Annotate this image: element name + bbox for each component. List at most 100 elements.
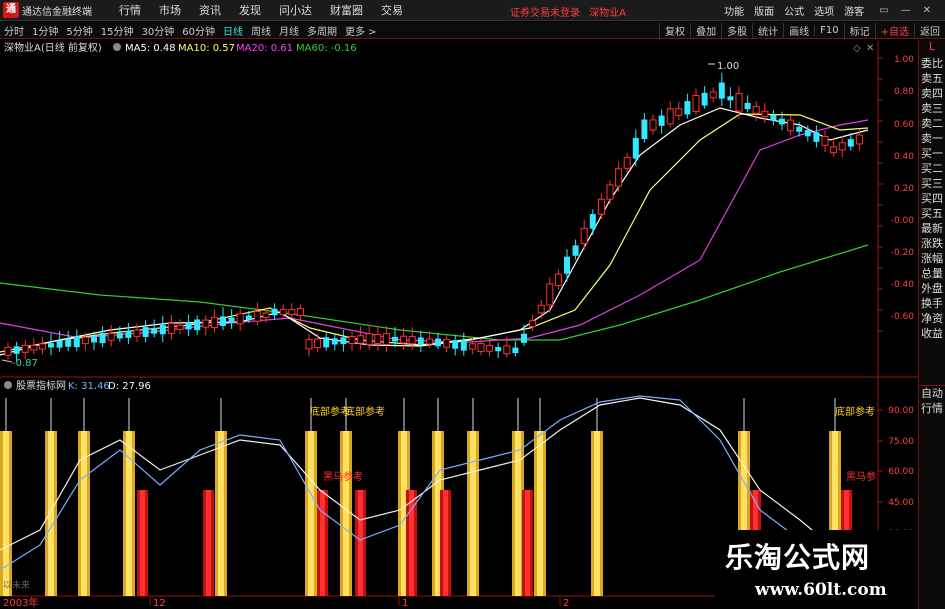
candle-body-up xyxy=(675,108,683,117)
period-intraday[interactable]: 分时 xyxy=(0,23,28,38)
chart-area[interactable]: 深物业A(日线 前复权) MA5: 0.48 MA10: 0.57 MA20: … xyxy=(0,40,918,609)
period-15min[interactable]: 15分钟 xyxy=(97,23,138,38)
side-item-ask1[interactable]: 卖一 xyxy=(919,131,945,146)
side-panel-toggle[interactable]: L xyxy=(919,40,945,56)
period-daily[interactable]: 日线 xyxy=(219,23,247,38)
side-item-ask4[interactable]: 卖四 xyxy=(919,86,945,101)
btn-mark[interactable]: 标记 xyxy=(843,22,875,38)
ma10-line xyxy=(0,113,869,353)
btn-overlay[interactable]: 叠加 xyxy=(690,22,721,38)
menu-discover[interactable]: 发现 xyxy=(230,2,270,18)
side-panel-items: 委比 卖五 卖四 卖三 卖二 卖一 买一 买二 买三 买四 买五 最新 涨跌 涨… xyxy=(919,56,945,341)
candle-body-up xyxy=(615,168,623,187)
menu-formula[interactable]: 公式 xyxy=(779,3,809,18)
menu-trade[interactable]: 交易 xyxy=(372,2,412,18)
side-item-latest[interactable]: 最新 xyxy=(919,221,945,236)
candle-body-down xyxy=(417,337,424,345)
side-item-earnings[interactable]: 收益 xyxy=(919,326,945,341)
side-item-ask5[interactable]: 卖五 xyxy=(919,71,945,86)
main-y-tick-label: 1.00 xyxy=(894,55,914,65)
candle-body-down xyxy=(185,322,192,330)
annotation-bottom-1: 底部参考 xyxy=(310,405,350,418)
menu-ask[interactable]: 问小达 xyxy=(270,2,321,18)
side-item-change[interactable]: 涨跌 xyxy=(919,236,945,251)
candle-body-up xyxy=(761,110,769,117)
side-item-bid3[interactable]: 买三 xyxy=(919,176,945,191)
side-item-bid4[interactable]: 买四 xyxy=(919,191,945,206)
candle-body-up xyxy=(279,309,287,315)
side-item-net-asset[interactable]: 净资 xyxy=(919,311,945,326)
yellow-signal-bar-highlight xyxy=(343,431,349,596)
yellow-signal-bar-highlight xyxy=(537,431,543,596)
indicator-y-tick-label: 75.00 xyxy=(888,437,914,447)
yellow-signal-bar-highlight xyxy=(3,431,9,596)
maximize-chart-icon[interactable]: ◇ xyxy=(853,43,861,54)
period-weekly[interactable]: 周线 xyxy=(247,23,275,38)
close-icon[interactable]: ✕ xyxy=(917,5,937,16)
candle-body-up xyxy=(666,108,674,125)
side-item-ask3[interactable]: 卖三 xyxy=(919,101,945,116)
period-more[interactable]: 更多 > xyxy=(341,23,381,38)
settings-icon[interactable] xyxy=(113,43,121,51)
candle-body-up xyxy=(314,338,322,349)
minimize-icon[interactable]: — xyxy=(895,5,917,16)
side-item-bid1[interactable]: 买一 xyxy=(919,146,945,161)
btn-f10[interactable]: F10 xyxy=(814,24,843,36)
btn-draw[interactable]: 画线 xyxy=(783,22,814,38)
annotation-bottom-3: 底部参考 xyxy=(835,405,875,418)
candle-body-up xyxy=(365,333,373,346)
candle-body-up xyxy=(692,95,700,112)
candle-body-up xyxy=(735,92,743,112)
candle-body-up xyxy=(133,329,141,337)
restore-icon[interactable]: ▭ xyxy=(873,5,894,16)
period-1min[interactable]: 1分钟 xyxy=(28,23,62,38)
period-monthly[interactable]: 月线 xyxy=(275,23,303,38)
menu-wealth[interactable]: 财富圈 xyxy=(321,2,372,18)
side-item-quotes[interactable]: 行情 xyxy=(919,401,945,416)
period-60min[interactable]: 60分钟 xyxy=(178,23,219,38)
menu-quotes[interactable]: 行情 xyxy=(110,2,150,18)
btn-statistics[interactable]: 统计 xyxy=(752,22,783,38)
side-item-turnover[interactable]: 换手 xyxy=(919,296,945,311)
main-y-tick-label: 0.20 xyxy=(894,184,914,194)
high-label: 1.00 xyxy=(717,61,739,72)
ma60-line xyxy=(0,244,869,341)
candle-body-up xyxy=(425,338,433,345)
menu-layout[interactable]: 版面 xyxy=(749,3,779,18)
toolbar-right: 复权 叠加 多股 统计 画线 F10 标记 +自选 返回 xyxy=(659,22,945,38)
side-item-bid-ratio[interactable]: 委比 xyxy=(919,56,945,71)
main-y-tick-label: -0.20 xyxy=(891,248,915,258)
candle-body-down xyxy=(116,332,123,339)
indicator-settings-icon[interactable] xyxy=(4,381,12,389)
side-item-bid5[interactable]: 买五 xyxy=(919,206,945,221)
candle-body-down xyxy=(452,340,459,349)
period-30min[interactable]: 30分钟 xyxy=(137,23,178,38)
indicator-name: 股票指标网 xyxy=(16,379,66,392)
menu-guest[interactable]: 游客 xyxy=(839,3,869,18)
menu-market[interactable]: 市场 xyxy=(150,2,190,18)
x-label-2: 2 xyxy=(563,598,569,609)
period-5min[interactable]: 5分钟 xyxy=(62,23,96,38)
main-y-tick-label: 0.40 xyxy=(894,152,914,162)
menu-news[interactable]: 资讯 xyxy=(190,2,230,18)
side-item-bid2[interactable]: 买二 xyxy=(919,161,945,176)
btn-multi-stock[interactable]: 多股 xyxy=(721,22,752,38)
candle-body-down xyxy=(151,328,158,334)
candle-body-up xyxy=(855,134,863,145)
candle-body-up xyxy=(477,342,485,352)
period-multi[interactable]: 多周期 xyxy=(303,23,341,38)
menu-options[interactable]: 选项 xyxy=(809,3,839,18)
close-chart-icon[interactable]: ✕ xyxy=(866,43,874,54)
btn-add-favorite[interactable]: +自选 xyxy=(874,22,914,38)
side-item-ask2[interactable]: 卖二 xyxy=(919,116,945,131)
annotation-darkhorse-1: 黑马参考 xyxy=(323,470,363,483)
side-item-outer[interactable]: 外盘 xyxy=(919,281,945,296)
side-item-auto[interactable]: 自动 xyxy=(919,386,945,401)
ma20-path xyxy=(0,119,869,343)
btn-back[interactable]: 返回 xyxy=(914,22,945,38)
btn-adjust[interactable]: 复权 xyxy=(659,22,690,38)
x-label-12: 12 xyxy=(153,598,166,609)
side-item-change-pct[interactable]: 涨幅 xyxy=(919,251,945,266)
side-item-volume[interactable]: 总量 xyxy=(919,266,945,281)
menu-function[interactable]: 功能 xyxy=(719,3,749,18)
